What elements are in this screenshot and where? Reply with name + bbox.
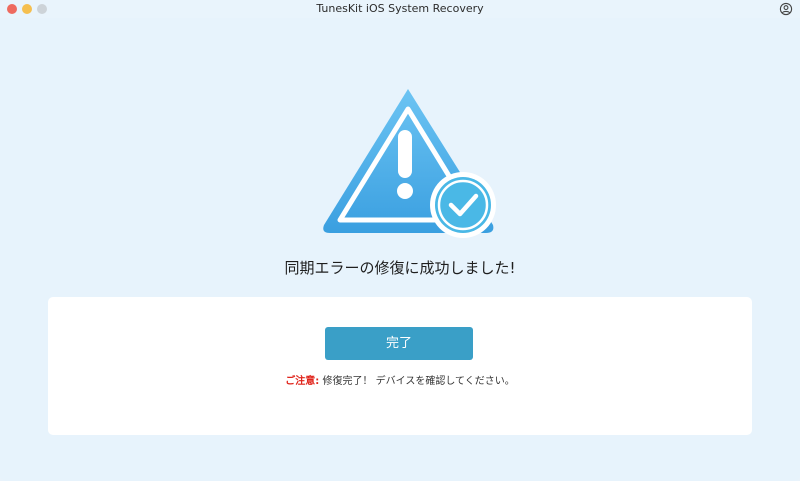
account-icon[interactable] [779,2,793,16]
result-panel: 完了 ご注意: 修復完了！ デバイスを確認してください。 [48,297,752,435]
app-window: TunesKit iOS System Recovery 同期エラーの修復に成功… [0,0,800,481]
warning-triangle-with-checkmark-icon [323,89,496,238]
notice-label: ご注意: [285,376,320,387]
notice-message: 修復完了！ デバイスを確認してください。 [319,376,515,387]
success-headline: 同期エラーの修復に成功しました! [284,259,516,277]
done-button[interactable]: 完了 [325,327,473,360]
window-title: TunesKit iOS System Recovery [316,2,484,15]
title-bar: TunesKit iOS System Recovery [0,0,800,18]
notice-text: ご注意: 修復完了！ デバイスを確認してください。 [48,375,752,389]
